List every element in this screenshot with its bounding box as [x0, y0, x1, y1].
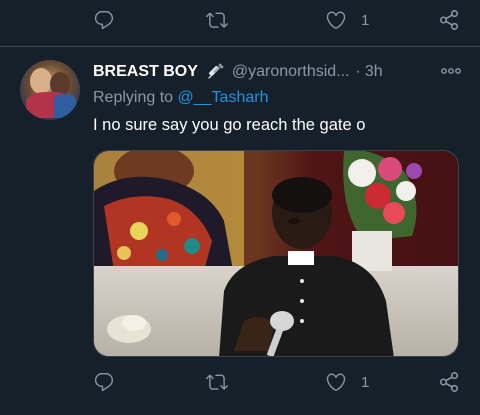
more-icon [441, 68, 461, 74]
tweet-divider [0, 46, 480, 47]
top-like-button[interactable]: 1 [325, 2, 369, 38]
reply-icon [93, 371, 115, 393]
more-button[interactable] [440, 64, 462, 78]
top-tweet-actions: 1 [0, 2, 480, 38]
media-video-frame [94, 151, 458, 356]
author-name[interactable]: BREAST BOY [93, 63, 198, 81]
tweet-actions: 1 [0, 364, 480, 400]
tweet-header: BREAST BOY @yaronorthsid... · 3h [93, 61, 463, 83]
avatar[interactable] [20, 60, 80, 120]
heart-icon [325, 9, 347, 31]
like-count: 1 [361, 373, 370, 391]
reply-icon [93, 9, 115, 31]
retweet-icon [206, 9, 228, 31]
top-share-button[interactable] [438, 2, 460, 38]
tweet-text: I no sure say you go reach the gate o [93, 116, 366, 134]
top-retweet-button[interactable] [206, 2, 228, 38]
heart-icon [325, 371, 347, 393]
tweet-media[interactable] [93, 150, 459, 357]
share-icon [438, 9, 460, 31]
replying-label: Replying to [93, 89, 174, 106]
replying-to: Replying to @__Tasharh [93, 89, 268, 107]
author-handle[interactable]: @yaronorthsid... [232, 63, 350, 81]
tweet-time[interactable]: 3h [365, 63, 383, 81]
share-button[interactable] [438, 364, 460, 400]
retweet-icon [206, 371, 228, 393]
top-reply-button[interactable] [93, 2, 115, 38]
header-separator: · [355, 63, 361, 80]
reply-button[interactable] [93, 364, 115, 400]
retweet-button[interactable] [206, 364, 228, 400]
syringe-icon [207, 63, 224, 79]
top-like-count: 1 [361, 11, 370, 29]
replying-mention-link[interactable]: @__Tasharh [178, 89, 269, 106]
share-icon [438, 371, 460, 393]
like-button[interactable]: 1 [325, 364, 369, 400]
